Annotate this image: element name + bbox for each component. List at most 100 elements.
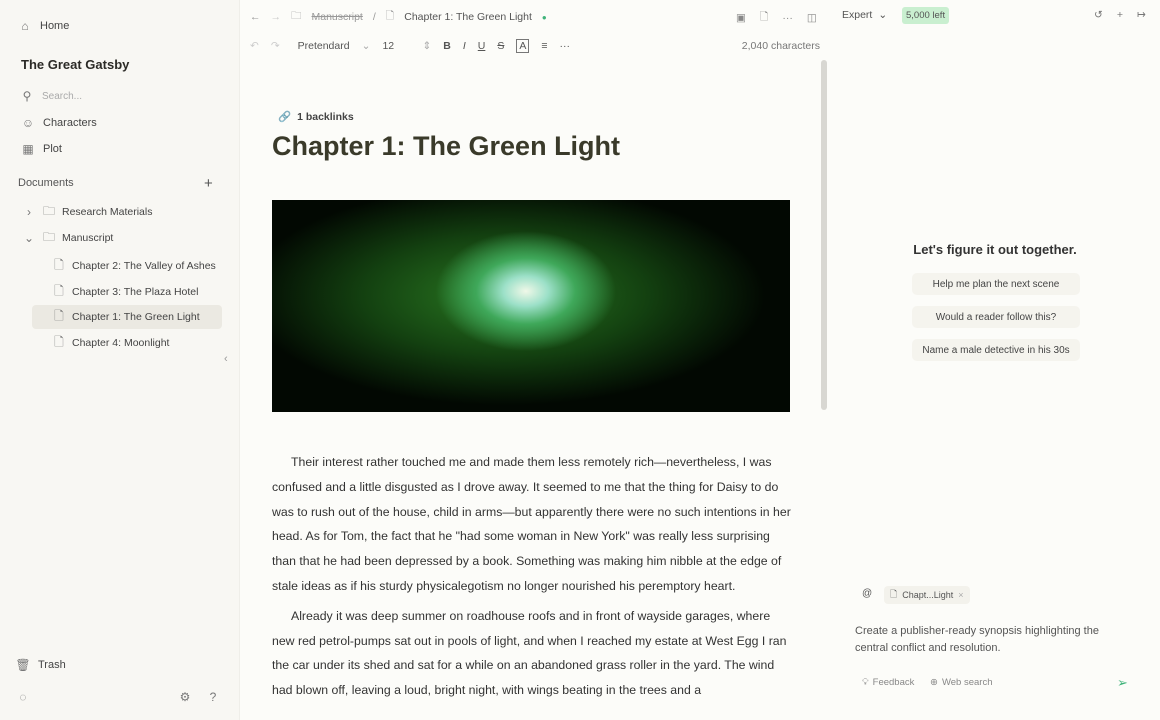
search-placeholder: Search... bbox=[42, 90, 83, 102]
format-toolbar: ↶ ↷ Pretendard ⌄ 12 ⇕ BIUS A ≡ ··· 2,040 c… bbox=[250, 36, 820, 56]
tree-item-chapter-2[interactable]: 🗋 Chapter 2: The Valley of Ashes bbox=[32, 254, 222, 278]
globe-icon: ⊕ bbox=[930, 677, 938, 688]
tree-label: Chapter 1: The Green Light bbox=[72, 311, 200, 323]
add-document-button[interactable]: + bbox=[204, 175, 213, 192]
file-icon: 🗋 bbox=[54, 283, 64, 298]
chevron-down-icon[interactable]: ⌄ bbox=[22, 231, 36, 245]
green-light-image[interactable] bbox=[272, 200, 790, 412]
font-select[interactable]: Pretendard bbox=[292, 40, 360, 52]
file-icon: 🗋 bbox=[385, 10, 395, 22]
tree-item-research[interactable]: › 🗀 Research Materials bbox=[18, 200, 208, 224]
trash-icon: 🗑 bbox=[15, 658, 31, 672]
tree-label: Chapter 2: The Valley of Ashes bbox=[72, 260, 216, 272]
expand-icon[interactable]: ↦ bbox=[1137, 9, 1146, 21]
forward-icon[interactable]: → bbox=[271, 11, 282, 23]
text-color-button[interactable]: A bbox=[516, 39, 530, 53]
stepper-icon[interactable]: ⇕ bbox=[422, 40, 431, 52]
character-count[interactable]: 2,040 characters bbox=[742, 40, 820, 52]
file-icon: 🗋 bbox=[54, 334, 64, 349]
font-size-input[interactable]: 12 bbox=[382, 40, 410, 52]
strikethrough-button[interactable]: S bbox=[497, 40, 504, 52]
lightbulb-icon: 💡︎ bbox=[862, 677, 869, 688]
suggestion-button[interactable]: Name a male detective in his 30s bbox=[912, 339, 1080, 361]
chevron-right-icon[interactable]: › bbox=[22, 205, 36, 219]
file-icon: 🗋 bbox=[54, 257, 64, 272]
mode-select[interactable]: Expert ⌄ bbox=[842, 9, 887, 21]
folder-icon: 🗀 bbox=[291, 10, 302, 22]
undo-icon[interactable]: ↶ bbox=[250, 40, 259, 52]
help-icon: ? bbox=[209, 690, 217, 704]
home-link[interactable]: ⌂ Home bbox=[18, 19, 69, 33]
sidebar: ⌂ Home The Great Gatsby ⚲ Search... ☺ Chara… bbox=[0, 0, 240, 720]
sidebar-item-plot[interactable]: ▦ Plot bbox=[21, 142, 62, 156]
redo-icon[interactable]: ↷ bbox=[271, 40, 280, 52]
mention-button[interactable]: @ bbox=[862, 588, 872, 599]
chevron-down-icon[interactable]: ⌄ bbox=[362, 40, 371, 52]
folder-icon: 🗀 bbox=[42, 229, 55, 244]
grid-icon: ▦ bbox=[22, 142, 34, 156]
send-icon[interactable]: ➢ bbox=[1117, 675, 1128, 691]
scrollbar[interactable] bbox=[821, 60, 827, 410]
gear-icon: ⚙ bbox=[179, 690, 191, 704]
tree-item-chapter-1[interactable]: 🗋 Chapter 1: The Green Light bbox=[32, 305, 222, 329]
suggestion-button[interactable]: Help me plan the next scene bbox=[912, 273, 1080, 295]
trash-link[interactable]: 🗑 Trash bbox=[15, 658, 65, 672]
home-icon: ⌂ bbox=[21, 19, 29, 33]
back-icon[interactable]: ← bbox=[250, 11, 261, 23]
italic-button[interactable]: I bbox=[463, 40, 466, 52]
collapse-sidebar-button[interactable]: ‹ bbox=[224, 353, 228, 365]
settings-button[interactable]: ⚙ bbox=[178, 690, 192, 704]
align-button[interactable]: ≡ bbox=[541, 40, 547, 52]
documents-header: Documents bbox=[18, 177, 74, 189]
close-icon[interactable]: × bbox=[958, 590, 963, 600]
tree-item-manuscript[interactable]: ⌄ 🗀 Manuscript bbox=[18, 226, 208, 250]
page-icon[interactable]: 🗋 bbox=[760, 9, 768, 27]
documents-label: Documents bbox=[18, 177, 74, 189]
characters-label: Characters bbox=[43, 117, 97, 129]
breadcrumb-parent[interactable]: Manuscript bbox=[312, 11, 363, 23]
prompt-input[interactable]: Create a publisher-ready synopsis highli… bbox=[855, 623, 1125, 657]
more-icon[interactable]: ··· bbox=[782, 12, 793, 24]
context-chip[interactable]: 🗋 Chapt...Light × bbox=[884, 586, 970, 604]
plot-label: Plot bbox=[43, 143, 62, 155]
search-input[interactable]: ⚲ Search... bbox=[14, 85, 222, 107]
document: 🔗 1 backlinks Chapter 1: The Green Light … bbox=[272, 110, 792, 703]
paragraph[interactable]: Their interest rather touched me and mad… bbox=[272, 450, 792, 599]
breadcrumb-current: Chapter 1: The Green Light bbox=[404, 11, 532, 23]
feedback-label: Feedback bbox=[872, 677, 915, 688]
panel-actions: ↺ + ↦ bbox=[1094, 9, 1146, 21]
file-icon: 🗋 bbox=[54, 308, 64, 323]
split-view-icon[interactable]: ◫ bbox=[807, 12, 817, 24]
breadcrumb-separator: / bbox=[372, 11, 376, 23]
mode-label: Expert bbox=[842, 9, 873, 21]
history-icon[interactable]: ↺ bbox=[1094, 9, 1103, 21]
tree-label: Research Materials bbox=[62, 206, 153, 218]
backlinks[interactable]: 🔗 1 backlinks bbox=[278, 110, 792, 124]
layout-icon[interactable]: ▣ bbox=[736, 12, 746, 24]
underline-button[interactable]: U bbox=[478, 40, 486, 52]
web-search-button[interactable]: ⊕ Web search bbox=[930, 677, 992, 688]
tree-item-chapter-4[interactable]: 🗋 Chapter 4: Moonlight bbox=[32, 331, 222, 355]
sidebar-item-characters[interactable]: ☺ Characters bbox=[21, 116, 97, 130]
tree-label: Chapter 3: The Plaza Hotel bbox=[72, 286, 199, 298]
tree-item-chapter-3[interactable]: 🗋 Chapter 3: The Plaza Hotel bbox=[32, 280, 222, 304]
more-format-icon[interactable]: ··· bbox=[560, 40, 571, 52]
status-button[interactable]: ◌ bbox=[16, 690, 30, 704]
project-title: The Great Gatsby bbox=[21, 57, 130, 72]
assistant-heading: Let's figure it out together. bbox=[913, 242, 1077, 257]
bold-button[interactable]: B bbox=[443, 40, 451, 52]
header-actions: ▣ 🗋 ··· ◫ bbox=[736, 9, 817, 27]
folder-icon: 🗀 bbox=[42, 203, 55, 218]
plus-icon[interactable]: + bbox=[1117, 9, 1123, 21]
tree-label: Manuscript bbox=[62, 232, 114, 244]
context-chip-label: Chapt...Light bbox=[902, 590, 954, 600]
person-icon: ☺ bbox=[21, 116, 35, 130]
suggestion-button[interactable]: Would a reader follow this? bbox=[912, 306, 1080, 328]
feedback-button[interactable]: 💡︎ Feedback bbox=[862, 677, 914, 688]
search-icon: ⚲ bbox=[22, 89, 32, 103]
link-icon: 🔗 bbox=[278, 111, 292, 123]
document-title[interactable]: Chapter 1: The Green Light bbox=[272, 131, 792, 162]
paragraph[interactable]: Already it was deep summer on roadhouse … bbox=[272, 604, 792, 703]
help-button[interactable]: ? bbox=[206, 690, 220, 704]
breadcrumb: ← → 🗀 Manuscript / 🗋 Chapter 1: The Green L… bbox=[250, 8, 547, 26]
